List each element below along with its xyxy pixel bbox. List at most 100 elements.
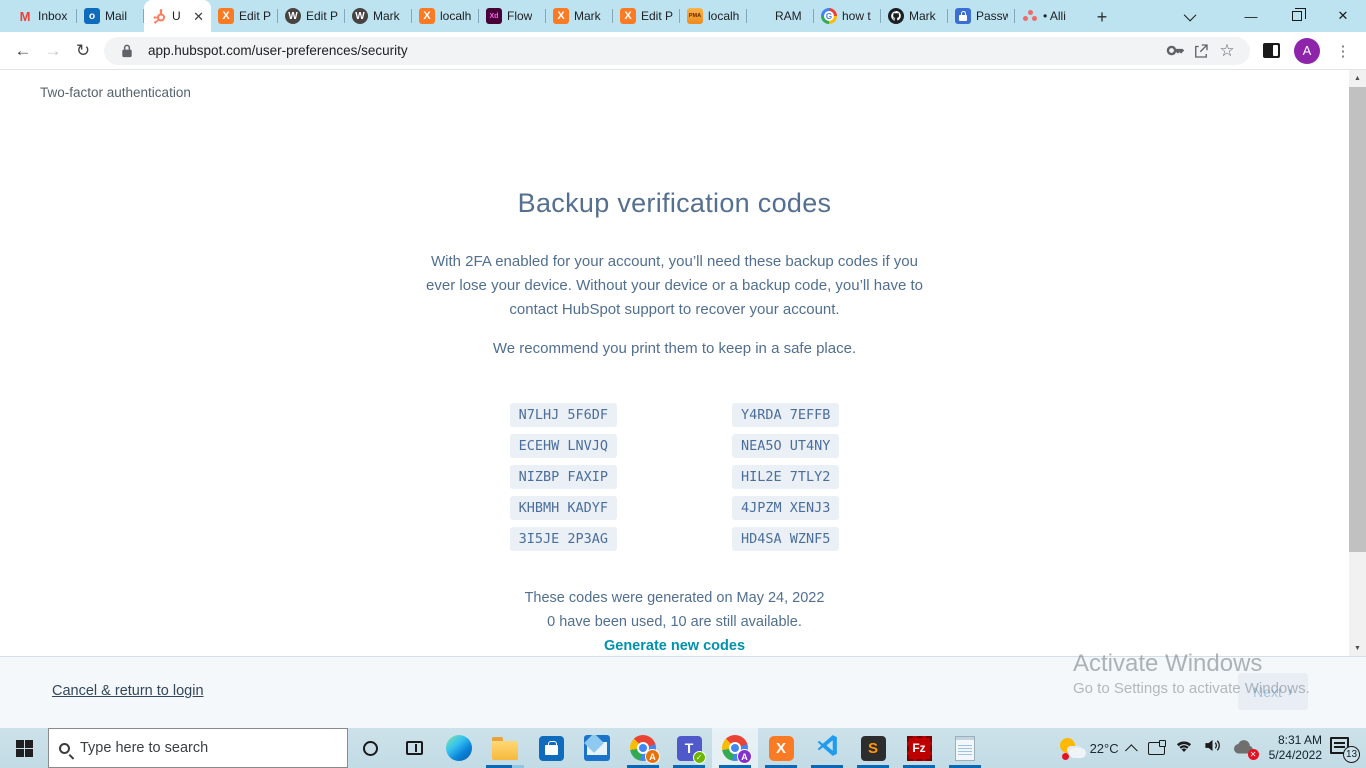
speaker-icon	[1203, 737, 1222, 759]
tabs: M Inbox o Mail U ✕ X Edit P W Edit P	[0, 0, 1082, 32]
tab-outlook-mail[interactable]: o Mail	[77, 0, 144, 32]
onedrive-error-icon: ✕	[1232, 739, 1256, 757]
generate-new-codes-link[interactable]: Generate new codes	[0, 638, 1349, 654]
taskbar-app-xampp[interactable]: X	[758, 728, 804, 768]
address-bar[interactable]: app.hubspot.com/user-preferences/securit…	[104, 37, 1250, 65]
wordpress-icon: W	[285, 8, 301, 24]
codes-column-left: N7LHJ 5F6DF ECEHW LNVJQ NIZBP FAXIP KHBM…	[510, 403, 617, 551]
browser-window: M Inbox o Mail U ✕ X Edit P W Edit P	[0, 0, 1366, 768]
three-dots-icon	[1022, 8, 1038, 24]
action-center-button[interactable]: 13	[1330, 735, 1356, 761]
taskbar-app-sublime[interactable]: S	[850, 728, 896, 768]
share-icon[interactable]	[1188, 38, 1214, 64]
tab-adobe-xd-flow[interactable]: Xd Flow	[479, 0, 546, 32]
backup-code: N7LHJ 5F6DF	[510, 403, 617, 427]
page-content: Two-factor authentication Backup verific…	[0, 70, 1366, 656]
cortana-button[interactable]	[348, 728, 392, 768]
volume-button[interactable]	[1198, 728, 1227, 768]
chrome-profile-badge: A	[737, 749, 752, 764]
task-view-button[interactable]	[392, 728, 436, 768]
taskbar-app-notepad[interactable]	[942, 728, 988, 768]
start-button[interactable]	[0, 728, 48, 768]
network-button[interactable]	[1170, 728, 1198, 768]
reload-button[interactable]: ↻	[68, 36, 98, 66]
backup-code: KHBMH KADYF	[510, 496, 617, 520]
taskbar-clock[interactable]: 8:31 AM 5/24/2022	[1261, 733, 1330, 763]
tab-strip: M Inbox o Mail U ✕ X Edit P W Edit P	[0, 0, 1366, 32]
microsoft-icon	[754, 8, 770, 24]
mail-icon	[584, 735, 610, 761]
onedrive-button[interactable]: ✕	[1227, 728, 1261, 768]
tab-phpmyadmin-localhost[interactable]: PMA localh	[680, 0, 747, 32]
connect-button[interactable]	[1143, 728, 1170, 768]
tray-expand-button[interactable]	[1124, 728, 1143, 768]
temperature-text: 22°C	[1090, 741, 1119, 756]
backup-code: HD4SA WZNF5	[732, 527, 839, 551]
tab-asana-alli[interactable]: • Alli	[1015, 0, 1082, 32]
close-button[interactable]: ✕	[1320, 0, 1366, 32]
xampp-icon: X	[218, 8, 234, 24]
new-tab-button[interactable]: +	[1088, 3, 1116, 31]
chevron-up-icon	[1125, 744, 1138, 757]
taskbar-app-vscode[interactable]	[804, 728, 850, 768]
filezilla-icon: Fz	[907, 736, 932, 761]
cancel-return-link[interactable]: Cancel & return to login	[52, 683, 204, 699]
next-button-label: Next	[1253, 684, 1282, 700]
tab-xampp-localhost[interactable]: X localh	[412, 0, 479, 32]
search-placeholder: Type here to search	[80, 740, 208, 756]
minimize-button[interactable]: —	[1228, 0, 1274, 32]
description-paragraph: With 2FA enabled for your account, you’l…	[425, 250, 925, 322]
backup-code: NIZBP FAXIP	[510, 465, 617, 489]
tab-microsoft-ram[interactable]: RAM	[747, 0, 814, 32]
tab-label: how t	[842, 9, 871, 23]
url-text: app.hubspot.com/user-preferences/securit…	[148, 43, 1162, 58]
password-key-icon[interactable]	[1162, 38, 1188, 64]
taskbar-app-filezilla[interactable]: Fz	[896, 728, 942, 768]
weather-icon	[1060, 735, 1086, 761]
tab-wordpress-mark[interactable]: W Mark	[345, 0, 412, 32]
next-button[interactable]: Next ›	[1238, 673, 1308, 710]
back-button[interactable]: ←	[8, 36, 38, 66]
usage-status-text: 0 have been used, 10 are still available…	[0, 614, 1349, 630]
taskbar-app-teams[interactable]: T✓	[666, 728, 712, 768]
tab-xampp-mark[interactable]: X Mark	[546, 0, 613, 32]
scroll-up-arrow-icon[interactable]: ▲	[1349, 70, 1366, 86]
restore-button[interactable]	[1274, 0, 1320, 32]
scrollbar[interactable]: ▲ ▼	[1349, 70, 1366, 656]
page-title: Backup verification codes	[0, 188, 1349, 219]
lock-favicon	[955, 8, 971, 24]
taskbar-app-chrome-profile1[interactable]: A	[620, 728, 666, 768]
tab-password-site[interactable]: Passw	[948, 0, 1015, 32]
taskbar-app-edge[interactable]	[436, 728, 482, 768]
taskbar-search-box[interactable]: Type here to search	[48, 728, 348, 768]
tab-xampp-edit-2[interactable]: X Edit P	[613, 0, 680, 32]
recommendation-paragraph: We recommend you print them to keep in a…	[0, 340, 1349, 357]
backup-codes-grid: N7LHJ 5F6DF ECEHW LNVJQ NIZBP FAXIP KHBM…	[0, 403, 1349, 551]
tab-label: Flow	[507, 9, 532, 23]
vscode-icon	[815, 733, 840, 763]
taskbar-app-chrome-profile2-active[interactable]: A	[712, 728, 758, 768]
tab-google-how[interactable]: G how t	[814, 0, 881, 32]
tab-hubspot-active[interactable]: U ✕	[144, 0, 211, 32]
clock-date: 5/24/2022	[1269, 748, 1322, 763]
tab-close-icon[interactable]: ✕	[193, 10, 204, 23]
forward-button[interactable]: →	[38, 36, 68, 66]
tab-wordpress-edit[interactable]: W Edit P	[278, 0, 345, 32]
taskbar-app-mail[interactable]	[574, 728, 620, 768]
tab-label: Edit P	[306, 9, 338, 23]
tab-label: localh	[440, 9, 471, 23]
side-panel-icon[interactable]	[1256, 36, 1286, 66]
taskbar-app-store[interactable]	[528, 728, 574, 768]
taskbar-app-file-explorer[interactable]	[482, 728, 528, 768]
bookmark-star-icon[interactable]: ☆	[1214, 38, 1240, 64]
tab-xampp-edit[interactable]: X Edit P	[211, 0, 278, 32]
tab-github-mark[interactable]: Mark	[881, 0, 948, 32]
scrollbar-thumb[interactable]	[1349, 87, 1366, 552]
browser-menu-icon[interactable]: ⋮	[1328, 36, 1358, 66]
tab-search-chevron-icon[interactable]	[1168, 0, 1214, 32]
weather-widget[interactable]: 22°C	[1055, 728, 1124, 768]
tab-gmail-inbox[interactable]: M Inbox	[10, 0, 77, 32]
tab-label: localh	[708, 9, 739, 23]
scroll-down-arrow-icon[interactable]: ▼	[1349, 640, 1366, 656]
profile-avatar[interactable]: A	[1294, 38, 1320, 64]
